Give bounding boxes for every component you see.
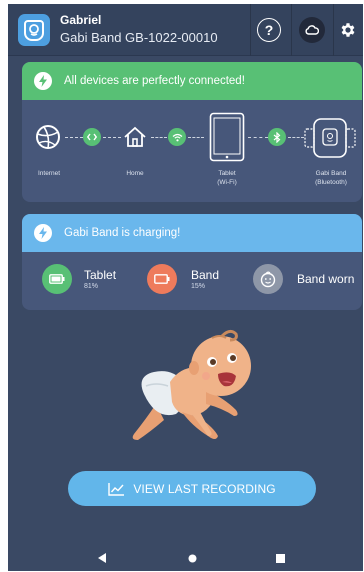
link-line: [288, 137, 304, 138]
settings-button[interactable]: [333, 4, 363, 56]
node-label-band: Gabi Band (Bluetooth): [315, 170, 347, 186]
link-line: [103, 137, 121, 138]
band-icon: [304, 118, 356, 158]
connection-banner: All devices are perfectly connected!: [22, 62, 362, 100]
charging-banner-text: Gabi Band is charging!: [64, 227, 181, 239]
connection-diagram: Internet Home Tablet (Wi-Fi) Gabi Band (…: [22, 100, 362, 186]
link-line: [151, 137, 167, 138]
recents-icon[interactable]: [274, 552, 286, 564]
device-status-row: Tablet 81% Band 15% Band worn: [22, 252, 362, 309]
bolt-icon: [34, 72, 52, 90]
band-battery-value: 15%: [191, 283, 206, 290]
baby-face-icon: [253, 264, 283, 294]
band-worn-status: Band worn: [253, 264, 354, 294]
band-label: Band: [191, 268, 220, 282]
device-id: Gabi Band GB-1022-00010: [60, 30, 218, 45]
help-button[interactable]: ?: [248, 4, 290, 56]
gabi-face-icon[interactable]: [18, 14, 50, 46]
system-navigation-bar: [8, 545, 363, 571]
band-battery-status: Band 15%: [147, 264, 219, 294]
link-line: [65, 137, 83, 138]
view-last-recording-button[interactable]: VIEW LAST RECORDING: [68, 471, 316, 506]
charging-card: Gabi Band is charging! Tablet 81% Band 1…: [22, 214, 362, 310]
tablet-battery-value: 81%: [84, 283, 99, 290]
crawling-baby-illustration: [132, 329, 251, 440]
cloud-button[interactable]: [291, 4, 333, 56]
line-chart-icon: [108, 482, 125, 496]
tablet-battery-status: Tablet 81%: [42, 264, 116, 294]
tablet-icon: [209, 112, 245, 162]
connection-banner-text: All devices are perfectly connected!: [64, 75, 245, 87]
wifi-icon: [168, 128, 186, 146]
battery-full-icon: [42, 264, 72, 294]
node-label-home: Home: [126, 170, 144, 177]
band-worn-label: Band worn: [297, 272, 355, 286]
charging-banner: Gabi Band is charging!: [22, 214, 362, 252]
bluetooth-icon: [268, 128, 286, 146]
battery-low-icon: [147, 264, 177, 294]
back-icon[interactable]: [96, 552, 108, 564]
node-label-tablet: Tablet (Wi-Fi): [217, 170, 237, 186]
gear-icon: [341, 23, 355, 37]
app-screen: Gabriel Gabi Band GB-1022-00010 ? All de…: [8, 4, 363, 571]
view-last-recording-label: VIEW LAST RECORDING: [133, 481, 276, 496]
code-link-icon: [83, 128, 101, 146]
node-label-internet: Internet: [37, 170, 61, 177]
home-icon: [124, 126, 146, 147]
tablet-label: Tablet: [84, 268, 117, 282]
globe-icon: [36, 125, 60, 149]
bolt-icon: [34, 224, 52, 242]
link-line: [248, 137, 268, 138]
home-nav-icon[interactable]: [186, 552, 198, 564]
connection-card: All devices are perfectly connected! Int…: [22, 62, 362, 202]
help-icon: ?: [257, 18, 281, 42]
user-name: Gabriel: [60, 13, 102, 27]
top-bar: Gabriel Gabi Band GB-1022-00010 ?: [8, 4, 363, 56]
cloud-icon: [299, 17, 325, 43]
link-line: [188, 137, 204, 138]
